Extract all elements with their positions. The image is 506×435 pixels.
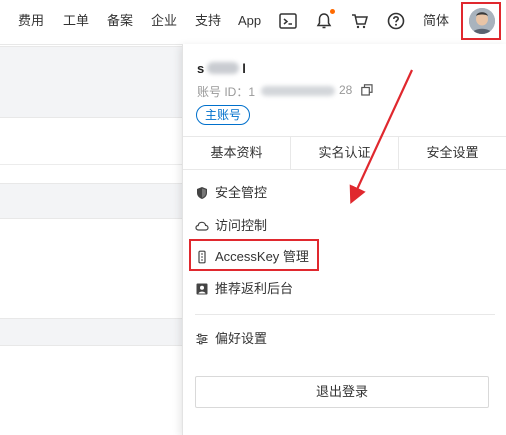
accesskey-highlight-box	[189, 239, 319, 271]
cloud-icon	[195, 221, 209, 231]
nav-app[interactable]: App	[238, 0, 261, 44]
background-band	[0, 46, 182, 118]
terminal-icon[interactable]	[278, 11, 298, 31]
account-id-suffix: 28	[339, 83, 353, 97]
menu-divider	[195, 314, 495, 315]
account-tabs: 基本资料 实名认证 安全设置	[183, 136, 506, 170]
bell-icon[interactable]	[314, 11, 334, 31]
nav-ticket[interactable]: 工单	[63, 0, 89, 44]
main-account-badge: 主账号	[196, 105, 251, 125]
top-nav-bar: 费用 工单 备案 企业 支持 App 简体	[0, 0, 506, 45]
background-divider	[0, 164, 182, 165]
background-band	[0, 318, 182, 346]
language-switch[interactable]: 简体	[423, 0, 449, 44]
cart-icon[interactable]	[350, 11, 370, 31]
nav-support[interactable]: 支持	[195, 0, 221, 44]
help-icon[interactable]	[386, 11, 406, 31]
nav-icp-filing[interactable]: 备案	[107, 0, 133, 44]
copy-icon[interactable]	[361, 84, 373, 96]
account-id-label: 账号 ID：1	[197, 85, 256, 99]
sliders-icon	[196, 333, 208, 345]
notification-dot	[330, 9, 335, 14]
redacted-name	[207, 62, 239, 74]
user-photo-icon	[469, 8, 495, 34]
avatar-highlight-box	[461, 2, 501, 40]
tab-basic-info[interactable]: 基本资料	[183, 137, 290, 169]
redacted-account-id	[261, 86, 335, 96]
nav-cost[interactable]: 费用	[18, 0, 44, 44]
logout-button[interactable]: 退出登录	[195, 376, 489, 408]
tab-security-settings[interactable]: 安全设置	[399, 137, 506, 169]
profile-icon	[196, 283, 208, 295]
nav-enterprise[interactable]: 企业	[151, 0, 177, 44]
background-band	[0, 183, 182, 219]
tab-real-name-auth[interactable]: 实名认证	[291, 137, 398, 169]
account-dropdown-panel: sl 账号 ID：1 28 主账号 基本资料 实名认证 安全设置 安全管控 访问…	[182, 44, 506, 435]
avatar[interactable]	[469, 8, 495, 34]
shield-icon	[197, 187, 207, 199]
